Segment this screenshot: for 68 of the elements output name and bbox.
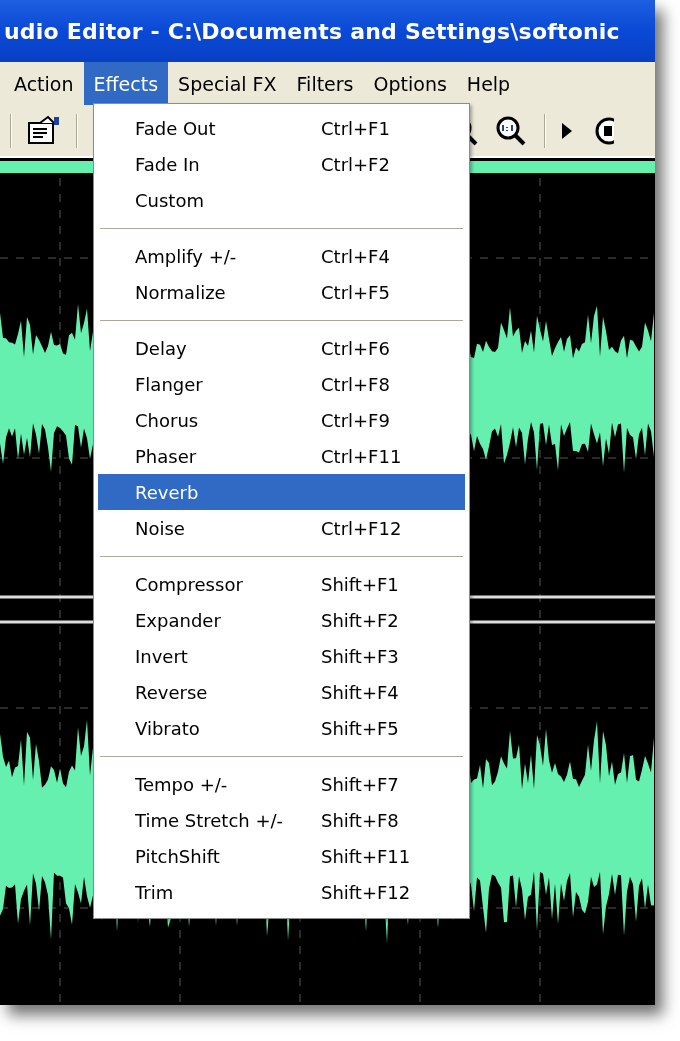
shortcut-label: Shift+F1 xyxy=(321,573,400,595)
menu-option[interactable]: Expander Shift+F2 xyxy=(98,602,465,638)
shortcut-label: Ctrl+F4 xyxy=(321,245,391,267)
menu-option[interactable]: Custom xyxy=(98,182,465,218)
stop-icon[interactable] xyxy=(594,115,614,146)
option-label: Phaser xyxy=(135,445,198,467)
option-label: Compressor xyxy=(135,573,244,595)
menu-option[interactable]: Delay Ctrl+F6 xyxy=(98,330,465,366)
menu-option[interactable]: Noise Ctrl+F12 xyxy=(98,510,465,546)
menu-item[interactable]: Options xyxy=(363,62,457,105)
menu-option[interactable]: Tempo +/- Shift+F7 xyxy=(98,766,465,802)
option-label: PitchShift xyxy=(135,845,221,867)
shortcut-label: Shift+F11 xyxy=(321,845,412,867)
option-label: Chorus xyxy=(135,409,200,431)
option-label: Fade Out xyxy=(135,117,217,139)
shortcut-label: Ctrl+F8 xyxy=(321,373,391,395)
option-label: Normalize xyxy=(135,281,227,303)
menu-option[interactable]: Chorus Ctrl+F9 xyxy=(98,402,465,438)
option-label: Tempo +/- xyxy=(135,773,229,795)
menu-option[interactable]: Trim Shift+F12 xyxy=(98,874,465,910)
option-label: Reverse xyxy=(135,681,209,703)
menu-option[interactable]: Reverb xyxy=(98,474,465,510)
shortcut-label: Ctrl+F1 xyxy=(321,117,391,139)
menu-option[interactable]: Compressor Shift+F1 xyxy=(98,566,465,602)
menu-option[interactable]: Amplify +/- Ctrl+F4 xyxy=(98,238,465,274)
shortcut-label: Shift+F4 xyxy=(321,681,400,703)
shortcut-label: Ctrl+F11 xyxy=(321,445,403,467)
option-label: Expander xyxy=(135,609,222,631)
option-label: Fade In xyxy=(135,153,201,175)
menu-item[interactable]: Effects xyxy=(83,62,169,105)
menu-option[interactable]: Phaser Ctrl+F11 xyxy=(98,438,465,474)
shortcut-label: Ctrl+F12 xyxy=(321,517,403,539)
option-label: Reverb xyxy=(135,481,200,503)
option-label: Delay xyxy=(135,337,188,359)
menu-item[interactable]: Filters xyxy=(286,62,364,105)
option-label: Time Stretch +/- xyxy=(135,809,285,831)
menu-item[interactable]: Action xyxy=(4,62,84,105)
menu-option[interactable]: PitchShift Shift+F11 xyxy=(98,838,465,874)
shortcut-label: Ctrl+F2 xyxy=(321,153,391,175)
shortcut-label: Shift+F5 xyxy=(321,717,400,739)
shortcut-label: Ctrl+F5 xyxy=(321,281,391,303)
option-label: Amplify +/- xyxy=(135,245,238,267)
menu-item[interactable]: Special FX xyxy=(168,62,287,105)
menu-option[interactable]: Normalize Ctrl+F5 xyxy=(98,274,465,310)
option-label: Trim xyxy=(135,881,175,903)
shortcut-label: Ctrl+F6 xyxy=(321,337,391,359)
option-label: Noise xyxy=(135,517,186,539)
play-icon[interactable] xyxy=(560,120,574,141)
shortcut-label: Shift+F3 xyxy=(321,645,400,667)
option-label: Flanger xyxy=(135,373,204,395)
menu-option[interactable]: Flanger Ctrl+F8 xyxy=(98,366,465,402)
shortcut-label: Shift+F8 xyxy=(321,809,400,831)
menu-option[interactable]: Time Stretch +/- Shift+F8 xyxy=(98,802,465,838)
option-label: Invert xyxy=(135,645,189,667)
shortcut-label: Ctrl+F9 xyxy=(321,409,391,431)
option-label: Custom xyxy=(135,189,205,211)
shortcut-label: Shift+F2 xyxy=(321,609,400,631)
shortcut-label: Shift+F7 xyxy=(321,773,400,795)
properties-icon[interactable] xyxy=(26,114,62,147)
menu-option[interactable]: Vibrato Shift+F5 xyxy=(98,710,465,746)
option-label: Vibrato xyxy=(135,717,201,739)
shortcut-label: Shift+F12 xyxy=(321,881,412,903)
window-title: udio Editor - C:\Documents and Settings\softonic xyxy=(4,18,620,44)
menu-option[interactable]: Fade In Ctrl+F2 xyxy=(98,146,465,182)
menu-option[interactable]: Fade Out Ctrl+F1 xyxy=(98,110,465,146)
menu-option[interactable]: Invert Shift+F3 xyxy=(98,638,465,674)
menu-item[interactable]: Help xyxy=(456,62,521,105)
menu-option[interactable]: Reverse Shift+F4 xyxy=(98,674,465,710)
